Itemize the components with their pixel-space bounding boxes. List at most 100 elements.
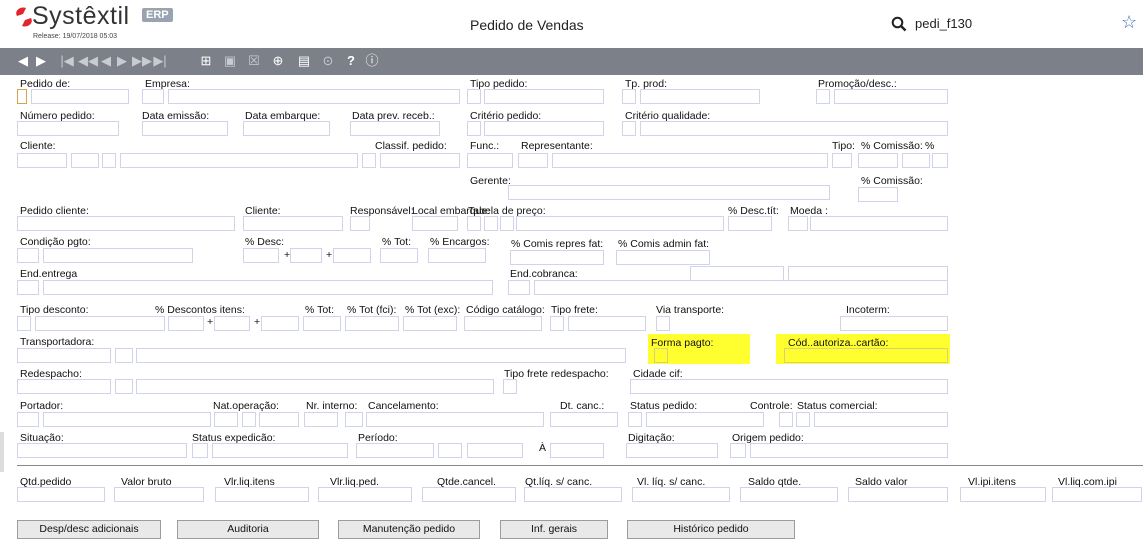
cancelamento-code[interactable] xyxy=(345,412,363,427)
tabela-preco-col[interactable] xyxy=(467,216,481,231)
descontos-itens-3[interactable] xyxy=(261,316,299,331)
criterio-pedido-code[interactable] xyxy=(467,121,481,136)
help-icon[interactable]: ? xyxy=(343,51,359,71)
forma-pagto-code[interactable] xyxy=(654,348,668,363)
vl-liq-canc-field[interactable] xyxy=(632,487,730,502)
end-cobranca-code[interactable] xyxy=(508,280,530,295)
transportadora-cnpj-2[interactable] xyxy=(115,348,133,363)
cliente-cnpj-2[interactable] xyxy=(71,153,99,168)
redespacho-name-field[interactable] xyxy=(136,379,494,394)
via-transporte-code[interactable] xyxy=(656,316,670,331)
gerente-field[interactable] xyxy=(508,185,830,200)
redespacho-cnpj-1[interactable] xyxy=(17,379,111,394)
data-prev-field[interactable] xyxy=(350,121,440,136)
add-icon[interactable]: ⊕ xyxy=(270,51,286,71)
promocao-code[interactable] xyxy=(816,89,830,104)
valor-bruto-field[interactable] xyxy=(114,487,204,502)
pedido-cliente-field[interactable] xyxy=(17,216,235,231)
pct-extra-field[interactable] xyxy=(932,153,948,168)
nat-operacao-2[interactable] xyxy=(242,412,256,427)
historico-pedido-button[interactable]: Histórico pedido xyxy=(627,520,795,539)
local-embarque-field[interactable] xyxy=(412,216,458,231)
empresa-name-field[interactable] xyxy=(168,89,460,104)
origem-pedido-code[interactable] xyxy=(730,443,746,458)
dt-canc-field[interactable] xyxy=(550,412,618,427)
representante-code[interactable] xyxy=(518,153,548,168)
func-field[interactable] xyxy=(467,153,513,168)
end-entrega-code[interactable] xyxy=(17,280,39,295)
info-icon[interactable]: ⓘ xyxy=(364,51,380,71)
favorite-star-icon[interactable]: ☆ xyxy=(1121,12,1137,33)
delete-icon[interactable]: ☒ xyxy=(246,51,262,71)
tipo-frete-field[interactable] xyxy=(568,316,646,331)
qtd-pedido-field[interactable] xyxy=(17,487,105,502)
tabela-preco-seq[interactable] xyxy=(500,216,514,231)
tipo-pedido-field[interactable] xyxy=(484,89,604,104)
cliente-cnpj-3[interactable] xyxy=(102,153,116,168)
status-comercial-field[interactable] xyxy=(814,412,948,427)
classif-pedido-code[interactable] xyxy=(362,153,376,168)
next-record-icon[interactable]: ▶ xyxy=(116,51,128,71)
representante-field[interactable] xyxy=(552,153,828,168)
qtde-cancel-field[interactable] xyxy=(422,487,516,502)
cliente-cnpj-1[interactable] xyxy=(17,153,67,168)
incoterm-field[interactable] xyxy=(840,316,948,331)
periodo-fim-field[interactable] xyxy=(467,443,523,458)
inf-gerais-button[interactable]: Inf. gerais xyxy=(500,520,608,539)
cliente-2-field[interactable] xyxy=(243,216,343,231)
cod-autoriza-field[interactable] xyxy=(784,348,948,363)
tipo-frete-redespacho-field[interactable] xyxy=(503,379,517,394)
new-record-icon[interactable]: ⊞ xyxy=(198,51,214,71)
pct-desc-1[interactable] xyxy=(243,248,279,263)
pct-comissao-gerente-field[interactable] xyxy=(858,187,898,202)
descontos-itens-2[interactable] xyxy=(214,316,250,331)
classif-pedido-field[interactable] xyxy=(380,153,460,168)
data-emissao-field[interactable] xyxy=(142,121,228,136)
qt-liq-canc-field[interactable] xyxy=(524,487,622,502)
end-cobranca-extra-1[interactable] xyxy=(690,266,784,281)
play-prev-icon[interactable]: ◀ xyxy=(16,51,30,71)
periodo-fim-sem[interactable] xyxy=(550,443,604,458)
status-comercial-code[interactable] xyxy=(796,412,810,427)
data-embarque-field[interactable] xyxy=(243,121,330,136)
vl-liq-com-ipi-field[interactable] xyxy=(1052,487,1142,502)
tp-prod-field[interactable] xyxy=(640,89,760,104)
next-page-icon[interactable]: ▶▶ xyxy=(132,51,152,71)
promocao-field[interactable] xyxy=(834,89,948,104)
desp-desc-adicionais-button[interactable]: Desp/desc adicionais xyxy=(17,520,161,539)
nat-operacao-3[interactable] xyxy=(259,412,299,427)
cliente-name-field[interactable] xyxy=(120,153,358,168)
tp-prod-code[interactable] xyxy=(622,89,636,104)
desc-tit-field[interactable] xyxy=(728,216,772,231)
pct-desc-3[interactable] xyxy=(333,248,371,263)
pct-comissao-field[interactable] xyxy=(858,153,898,168)
digitacao-field[interactable] xyxy=(626,443,718,458)
vlr-liq-ped-field[interactable] xyxy=(318,487,412,502)
auditoria-button[interactable]: Auditoria xyxy=(177,520,319,539)
pct-tot-fci-field[interactable] xyxy=(345,316,399,331)
search-icon[interactable] xyxy=(891,16,907,32)
program-search-input[interactable]: pedi_f130 xyxy=(915,16,972,31)
print-icon[interactable]: ▤ xyxy=(296,51,312,71)
nr-interno-field[interactable] xyxy=(304,412,338,427)
redespacho-cnpj-2[interactable] xyxy=(115,379,133,394)
save-icon[interactable]: ▣ xyxy=(222,51,238,71)
pct-tot-field[interactable] xyxy=(380,248,418,263)
periodo-inicio-field[interactable] xyxy=(356,443,434,458)
prev-page-icon[interactable]: ◀◀ xyxy=(78,51,98,71)
pct-tot-exc-field[interactable] xyxy=(403,316,457,331)
pct-desc-2[interactable] xyxy=(290,248,322,263)
comis-repres-field[interactable] xyxy=(510,250,604,265)
pct-tot-2-field[interactable] xyxy=(303,316,341,331)
first-record-icon[interactable]: |◀ xyxy=(59,51,75,71)
condicao-pgto-field[interactable] xyxy=(43,248,193,263)
descontos-itens-1[interactable] xyxy=(168,316,204,331)
manutencao-pedido-button[interactable]: Manutenção pedido xyxy=(338,520,480,539)
end-cobranca-extra-2[interactable] xyxy=(788,266,948,281)
portador-field[interactable] xyxy=(43,412,211,427)
saldo-qtde-field[interactable] xyxy=(740,487,838,502)
criterio-qualidade-field[interactable] xyxy=(640,121,948,136)
nat-operacao-1[interactable] xyxy=(214,412,238,427)
controle-field[interactable] xyxy=(779,412,793,427)
comis-admin-field[interactable] xyxy=(616,250,710,265)
